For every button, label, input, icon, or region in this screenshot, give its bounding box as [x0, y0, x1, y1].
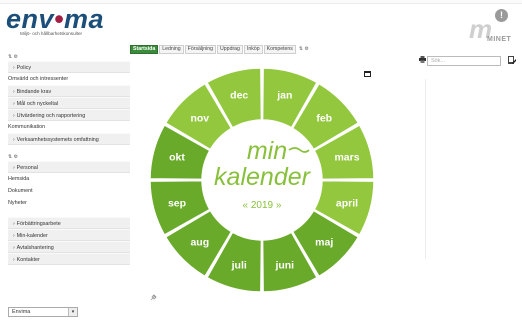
- sidebar-tools-1: ⇅ ⚙: [8, 53, 130, 61]
- sort-icon[interactable]: ⇅: [8, 54, 12, 60]
- chevron-right-icon: ›: [13, 221, 15, 227]
- month-label-april[interactable]: april: [336, 197, 358, 209]
- sidebar-item-nyheter[interactable]: Nyheter: [8, 197, 130, 209]
- sidebar: ⇅ ⚙ › Policy Omvärld och intressenter › Bi…: [8, 53, 130, 265]
- sidebar-item-omfattning[interactable]: › Verksamhetssystemets omfattning: [8, 133, 130, 145]
- tab-tools: ⇅ ⚙: [299, 45, 309, 54]
- sidebar-tools-2: ⇅ ⚙: [8, 153, 130, 161]
- sort-icon[interactable]: ⇅: [8, 154, 12, 160]
- month-label-jan[interactable]: jan: [276, 89, 292, 101]
- chevron-right-icon: ›: [13, 101, 15, 107]
- sidebar-item-mal[interactable]: › Mål och nyckeltal: [8, 97, 130, 109]
- sidebar-item-forbattring[interactable]: › Förbättringsarbete: [8, 217, 130, 229]
- month-label-juli[interactable]: juli: [231, 260, 247, 272]
- sidebar-item-omvarld[interactable]: Omvärld och intressenter: [8, 73, 130, 85]
- sidebar-item-hemsida[interactable]: Hemsida: [8, 173, 130, 185]
- sidebar-item-kommunikation[interactable]: Kommunikation: [8, 121, 130, 133]
- main-tabs: Startsida Ledning Försäljning Uppdrag In…: [130, 45, 309, 54]
- chevron-down-icon: ▾: [68, 308, 77, 316]
- envima-logo[interactable]: env•ma Miljö- och hållbarhetskonsulter: [6, 4, 105, 37]
- tab-startsida[interactable]: Startsida: [130, 45, 159, 54]
- sort-icon[interactable]: ⇅: [299, 46, 303, 52]
- minet-word: MINET: [487, 36, 512, 43]
- sidebar-item-personal[interactable]: › Personal: [8, 161, 130, 173]
- gear-icon[interactable]: ⚙: [14, 54, 18, 60]
- sidebar-item-policy[interactable]: › Policy: [8, 61, 130, 73]
- chevron-right-icon: ›: [13, 257, 15, 263]
- sidebar-item-bindande-krav[interactable]: › Bindande krav: [8, 85, 130, 97]
- edit-icon[interactable]: [508, 56, 516, 65]
- alert-badge-icon: !: [495, 9, 508, 22]
- company-select[interactable]: Envima ▾: [8, 307, 78, 317]
- divider: [425, 79, 426, 259]
- chevron-right-icon: ›: [13, 89, 15, 95]
- chevron-right-icon: ›: [13, 233, 15, 239]
- tab-inkop[interactable]: Inköp: [243, 45, 263, 54]
- tab-ledning[interactable]: Ledning: [159, 45, 184, 54]
- calendar-title-top: min: [247, 137, 287, 165]
- year-selector[interactable]: « 2019 »: [243, 200, 282, 211]
- month-label-mars[interactable]: mars: [334, 152, 359, 164]
- tab-kompetens[interactable]: Kompetens: [263, 45, 296, 54]
- sidebar-item-avtal[interactable]: › Avtalshantering: [8, 241, 130, 253]
- logo-wordmark: env•ma: [6, 4, 105, 34]
- sidebar-item-dokument[interactable]: Dokument: [8, 185, 130, 197]
- month-label-sep[interactable]: sep: [168, 197, 186, 209]
- calendar-wheel: jan feb mars april maj juni juli aug sep okt nov de…: [149, 67, 375, 293]
- month-label-aug[interactable]: aug: [190, 237, 209, 249]
- month-label-nov[interactable]: nov: [190, 112, 209, 124]
- month-label-dec[interactable]: dec: [230, 89, 248, 101]
- sidebar-item-min-kalender[interactable]: › Min-kalender: [8, 229, 130, 241]
- sidebar-item-kontakter[interactable]: › Kontakter: [8, 253, 130, 265]
- month-label-juni[interactable]: juni: [274, 260, 294, 272]
- chevron-right-icon: ›: [13, 245, 15, 251]
- month-label-feb[interactable]: feb: [316, 112, 332, 124]
- tab-forsaljning[interactable]: Försäljning: [184, 45, 217, 54]
- settings-gear-icon[interactable]: ⚙: [305, 46, 309, 52]
- minet-logo[interactable]: m ! MINET: [465, 8, 517, 48]
- print-icon[interactable]: [419, 56, 426, 63]
- month-label-okt[interactable]: okt: [169, 152, 185, 164]
- gear-icon[interactable]: ⚙: [14, 154, 18, 160]
- sidebar-item-utvardering[interactable]: › Utvärdering och rapportering: [8, 109, 130, 121]
- search-input[interactable]: Sök...: [427, 56, 501, 66]
- calendar-title-bottom: kalender: [214, 163, 312, 191]
- tab-uppdrag[interactable]: Uppdrag: [217, 45, 243, 54]
- chevron-right-icon: ›: [13, 137, 15, 143]
- pin-icon[interactable]: [150, 294, 157, 301]
- month-label-maj[interactable]: maj: [315, 237, 333, 249]
